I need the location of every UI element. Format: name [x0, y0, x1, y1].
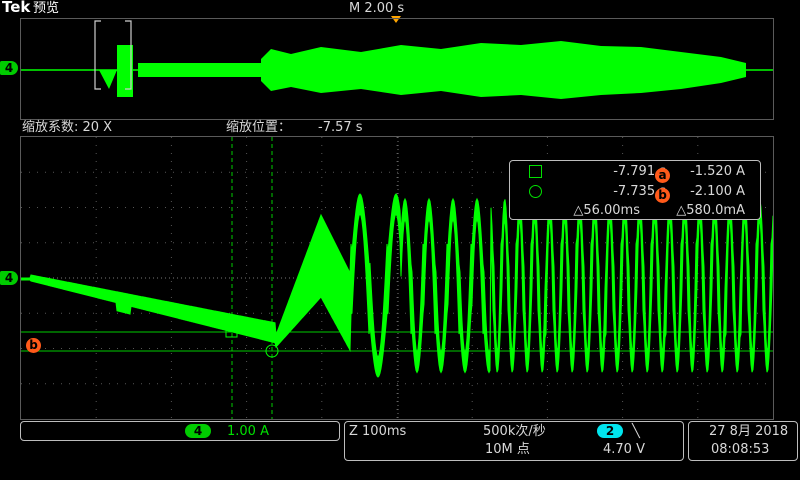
cursor-b-badge: b: [26, 338, 41, 353]
square-cursor-icon: [529, 165, 542, 178]
overview-channel-marker[interactable]: 4: [0, 61, 18, 75]
cursor-b-marker[interactable]: b: [26, 334, 41, 353]
channel-4-marker[interactable]: 4: [0, 271, 18, 285]
zoom-timebase: Z 100ms: [349, 424, 407, 439]
date-time-box: 27 8月 2018 08:08:53: [688, 421, 798, 461]
channel-4-scale: 1.00 A: [227, 424, 269, 439]
overview-waveform-panel[interactable]: [20, 18, 774, 120]
cursor2-value: -2.100 A: [690, 184, 745, 199]
channel-4-badge: 4: [185, 424, 211, 438]
overview-waveform: [21, 20, 773, 99]
trigger-slope-icon: ╲: [632, 424, 640, 439]
cursor2-time: -7.735 s: [613, 184, 666, 199]
channel-4-waveform: [20, 193, 774, 378]
circle-cursor-icon: [529, 185, 542, 198]
date-label: 27 8月 2018: [709, 424, 789, 439]
cursor-b-icon: b: [655, 184, 670, 203]
zoom-factor: 缩放系数: 20 X: [22, 120, 113, 135]
sample-rate: 500k次/秒: [483, 424, 546, 439]
trigger-level: 4.70 V: [603, 442, 645, 457]
mode-label: 预览: [33, 1, 60, 16]
timebase-label: M 2.00 s: [349, 1, 405, 16]
acquisition-status-box[interactable]: Z 100ms 500k次/秒 10M 点 2 ╲ 4.70 V: [344, 421, 684, 461]
time-label: 08:08:53: [711, 442, 770, 457]
zoom-position-label: 缩放位置：: [226, 120, 292, 135]
delta-time: △56.00ms: [573, 203, 640, 218]
trigger-source-badge: 2: [597, 424, 623, 438]
delta-value: △580.0mA: [676, 203, 745, 218]
cursor1-time: -7.791 s: [613, 164, 666, 179]
brand-logo: Tek: [2, 0, 31, 16]
cursor-readout-panel: -7.791 s a -1.520 A -7.735 s b -2.100 A …: [509, 160, 761, 220]
cursor-a-icon: a: [655, 164, 670, 183]
cursor1-value: -1.520 A: [690, 164, 745, 179]
record-length: 10M 点: [485, 442, 530, 457]
zoom-position-value: -7.57 s: [318, 120, 363, 135]
channel-status-box[interactable]: 4 1.00 A: [20, 421, 340, 441]
